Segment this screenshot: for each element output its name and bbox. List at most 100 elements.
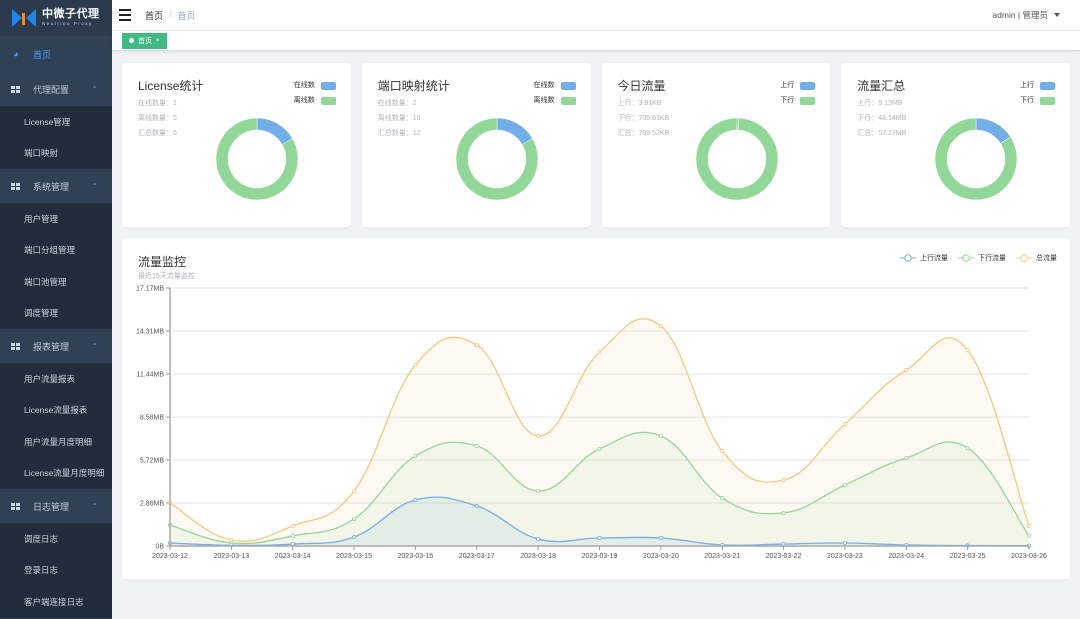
sidebar-group-2[interactable]: 报表管理 ⌃: [0, 329, 112, 363]
sidebar-subitem[interactable]: 登录日志: [0, 554, 112, 586]
data-point[interactable]: [904, 455, 909, 460]
legend-label: 上行: [1020, 82, 1034, 89]
legend-item[interactable]: 下行: [1020, 93, 1055, 108]
data-point[interactable]: [474, 504, 479, 509]
close-icon[interactable]: ×: [156, 38, 160, 44]
card-stat-line: 在线数量：2: [377, 100, 417, 107]
data-point[interactable]: [352, 489, 357, 494]
data-point[interactable]: [290, 533, 295, 538]
data-point[interactable]: [290, 524, 295, 529]
sidebar-subitem[interactable]: 端口分组管理: [0, 234, 112, 266]
sidebar-subitem[interactable]: License流量报表: [0, 394, 112, 426]
sidebar-subitem[interactable]: 调度日志: [0, 523, 112, 555]
data-point[interactable]: [842, 421, 847, 426]
card-stat-line: 下行：705.61KB: [617, 115, 670, 122]
data-point[interactable]: [842, 482, 847, 487]
data-point[interactable]: [597, 446, 602, 451]
sidebar-subitem[interactable]: License流量月度明细: [0, 457, 112, 489]
legend-item[interactable]: 上行: [1020, 78, 1055, 93]
sidebar-subitem[interactable]: 客户端连接日志: [0, 586, 112, 618]
data-point[interactable]: [413, 498, 418, 503]
sidebar-subitem[interactable]: 端口池管理: [0, 266, 112, 298]
user-name: admin | 管理员: [992, 10, 1048, 20]
data-point[interactable]: [352, 516, 357, 521]
chart-legend-item[interactable]: 上行流量: [900, 253, 948, 263]
user-menu[interactable]: admin | 管理员: [992, 9, 1060, 21]
data-point[interactable]: [720, 496, 725, 501]
legend-label: 在线数: [293, 82, 315, 89]
data-point[interactable]: [781, 478, 786, 483]
legend-item[interactable]: 下行: [780, 93, 816, 108]
chart-legend-item[interactable]: 下行流量: [958, 253, 1006, 263]
donut-slice-primary[interactable]: [496, 117, 533, 145]
chevron-up-icon[interactable]: ⌃: [91, 182, 98, 191]
card-stat-line: 汇总数量：6: [138, 130, 177, 137]
sidebar-subitem[interactable]: 用户流量月度明细: [0, 426, 112, 458]
chevron-up-icon[interactable]: ⌃: [91, 85, 98, 94]
chevron-up-icon[interactable]: ⌃: [91, 502, 98, 511]
sidebar-subitem[interactable]: License管理: [0, 106, 112, 138]
data-point[interactable]: [474, 443, 479, 448]
data-point[interactable]: [658, 324, 663, 329]
legend-item[interactable]: 上行: [780, 78, 816, 93]
data-point[interactable]: [658, 536, 663, 541]
traffic-chart: 0B 2.86MB 5.72MB 8.58MB 11.44MB 14.31MB 17.17M…: [136, 286, 1047, 561]
sidebar-group-3[interactable]: 日志管理 ⌃: [0, 489, 112, 523]
data-point[interactable]: [781, 510, 786, 515]
chart-legend-item[interactable]: 总流量: [1016, 253, 1057, 263]
chart-legend-label: 上行流量: [920, 255, 948, 262]
data-point[interactable]: [658, 434, 663, 439]
sidebar-subitem[interactable]: 调度管理: [0, 297, 112, 329]
sidebar-item-home[interactable]: ◕ 首页: [0, 36, 112, 72]
card-stat-line: 在线数量：1: [138, 100, 177, 107]
sidebar-subitem[interactable]: 用户管理: [0, 203, 112, 235]
tags-bar: 首页 ×: [112, 31, 1080, 51]
data-point[interactable]: [413, 453, 418, 458]
data-point[interactable]: [904, 368, 909, 373]
sidebar-subitem[interactable]: 端口映射: [0, 137, 112, 169]
sidebar-group-0[interactable]: 代理配置 ⌃: [0, 72, 112, 106]
legend-swatch: [560, 81, 576, 90]
data-point[interactable]: [1027, 524, 1032, 529]
data-point[interactable]: [597, 536, 602, 541]
hamburger-icon[interactable]: [119, 9, 131, 21]
y-tick-label: 2.86MB: [140, 501, 164, 508]
data-point[interactable]: [1027, 533, 1032, 538]
legend-item[interactable]: 在线数: [534, 78, 576, 93]
card-stat-line: 下行：48.14MB: [857, 115, 907, 122]
sidebar-group-1[interactable]: 系统管理 ⌃: [0, 169, 112, 203]
legend-item[interactable]: 离线数: [534, 93, 576, 108]
data-point[interactable]: [965, 348, 970, 353]
card-stat-line: 上行：9.13MB: [857, 100, 903, 107]
legend-item[interactable]: 离线数: [294, 93, 336, 108]
x-tick-label: 2023-03-16: [398, 553, 434, 560]
data-point[interactable]: [536, 434, 541, 439]
main: 首页 / 首页 admin | 管理员 首页 × License统计 在线数量：1…: [112, 0, 1080, 619]
stat-card: 端口映射统计 在线数量：2 离线数量：10 汇总数量：12 在线数 离线数: [361, 63, 591, 227]
sidebar: 中微子代理 Neutrino Proxy ◕ 首页 代理配置 ⌃ License管理…: [0, 0, 112, 619]
stat-card: 流量汇总 上行：9.13MB 下行：48.14MB 汇总：57.27MB 上行 下行: [841, 63, 1070, 227]
sidebar-subitem[interactable]: 用户流量报表: [0, 363, 112, 395]
data-point[interactable]: [965, 446, 970, 451]
data-point[interactable]: [290, 542, 295, 547]
data-point[interactable]: [536, 489, 541, 494]
tag-home[interactable]: 首页 ×: [122, 32, 167, 49]
data-point[interactable]: [352, 534, 357, 539]
donut-slice-primary[interactable]: [976, 117, 1012, 144]
donut-slice-primary[interactable]: [256, 117, 293, 145]
chart-legend-label: 下行流量: [978, 255, 1006, 262]
chevron-up-icon[interactable]: ⌃: [91, 342, 98, 351]
data-point[interactable]: [474, 342, 479, 347]
data-point[interactable]: [597, 350, 602, 355]
donut-slice-secondary[interactable]: [695, 117, 778, 201]
chart-legend: 上行流量 下行流量 总流量: [900, 253, 1057, 263]
legend-item[interactable]: 在线数: [294, 78, 336, 93]
data-point[interactable]: [720, 449, 725, 454]
data-point[interactable]: [413, 362, 418, 367]
logo[interactable]: 中微子代理 Neutrino Proxy: [0, 0, 112, 36]
data-point[interactable]: [536, 536, 541, 541]
donut-chart: [935, 117, 1018, 201]
data-point[interactable]: [781, 542, 786, 547]
breadcrumb-home[interactable]: 首页: [145, 9, 163, 22]
data-point[interactable]: [842, 540, 847, 545]
